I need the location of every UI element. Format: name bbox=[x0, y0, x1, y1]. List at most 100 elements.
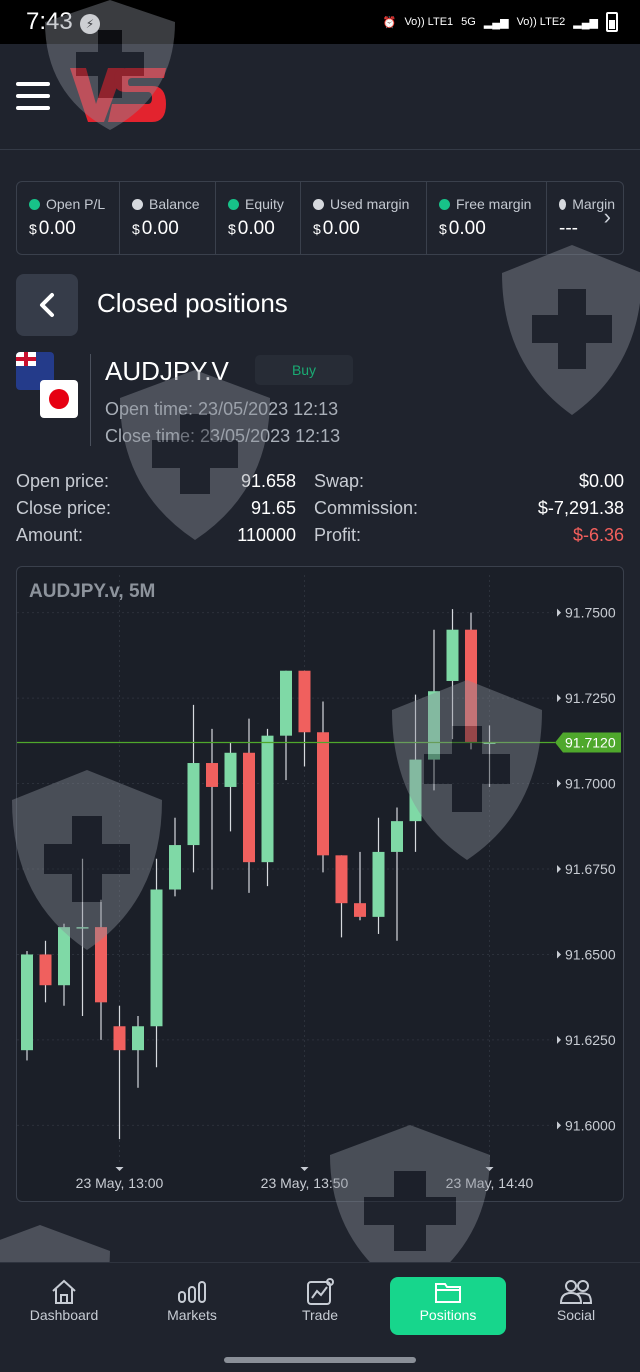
tick-marker bbox=[557, 694, 561, 703]
candle-up bbox=[428, 691, 440, 760]
status-dot bbox=[132, 198, 143, 210]
stat-value: 0.00 bbox=[322, 218, 360, 239]
commission-value: $-7,291.38 bbox=[537, 498, 624, 518]
current-price-label: 91.7120 bbox=[565, 735, 616, 751]
side-badge: Buy bbox=[255, 355, 353, 385]
candle-down bbox=[206, 763, 218, 787]
alarm-icon: ⏰ bbox=[382, 16, 397, 29]
chart-canvas[interactable]: 91.7500 91.7250 91.7000 91.6750 91.6500 91.62… bbox=[17, 567, 624, 1202]
y-tick-label: 91.7250 bbox=[565, 690, 616, 706]
tick-marker bbox=[557, 779, 561, 788]
profit-label: Profit: bbox=[314, 525, 362, 545]
divider bbox=[90, 354, 91, 446]
markets-icon bbox=[134, 1277, 250, 1307]
open-time: Open time: 23/05/2023 12:13 bbox=[105, 399, 339, 419]
price-chart[interactable]: 91.7500 91.7250 91.7000 91.6750 91.6500 91.62… bbox=[16, 566, 624, 1202]
candle-up bbox=[187, 763, 200, 846]
x-tick-label: 23 May, 13:50 bbox=[261, 1175, 349, 1191]
home-indicator[interactable] bbox=[224, 1357, 416, 1363]
candle-down bbox=[243, 752, 255, 863]
y-tick-label: 91.6250 bbox=[565, 1032, 616, 1048]
app-header bbox=[0, 44, 640, 150]
candle-down bbox=[298, 670, 311, 733]
japan-flag-icon bbox=[40, 380, 78, 418]
hamburger-icon[interactable] bbox=[16, 82, 50, 110]
stat-value: --- bbox=[559, 218, 578, 239]
tick-marker bbox=[115, 1167, 124, 1171]
stat-label: Free margin bbox=[456, 196, 532, 212]
nav-markets[interactable]: Markets bbox=[134, 1277, 250, 1335]
position-details: Open price: 91.658 Swap: $0.00 Close pri… bbox=[16, 468, 624, 549]
tick-marker bbox=[485, 1167, 494, 1171]
stat-open-pl: Open P/L $0.00 bbox=[17, 182, 120, 254]
candle-down bbox=[39, 954, 52, 986]
network2-text: Vo)) LTE2 bbox=[516, 16, 566, 28]
candle-up bbox=[446, 629, 459, 681]
x-tick-label: 23 May, 14:40 bbox=[446, 1175, 534, 1191]
candle-up bbox=[76, 927, 89, 929]
back-button[interactable] bbox=[16, 274, 78, 336]
stat-value: 0.00 bbox=[141, 218, 179, 239]
candle-down bbox=[113, 1026, 126, 1051]
stat-free-margin: Free margin $0.00 bbox=[427, 182, 547, 254]
nav-positions[interactable]: Positions bbox=[390, 1277, 506, 1335]
y-tick-label: 91.6000 bbox=[565, 1117, 616, 1133]
nav-label: Social bbox=[556, 1307, 596, 1323]
position-symbol: AUDJPY.V bbox=[105, 356, 229, 386]
stat-label: Balance bbox=[149, 196, 200, 212]
open-price-label: Open price: bbox=[16, 471, 110, 491]
stat-label: Equity bbox=[245, 196, 284, 212]
close-price-label: Close price: bbox=[16, 498, 112, 518]
stat-label: Open P/L bbox=[46, 196, 106, 212]
x-tick-label: 23 May, 13:00 bbox=[76, 1175, 164, 1191]
chevron-left-icon bbox=[40, 293, 54, 317]
tick-marker bbox=[557, 1121, 561, 1130]
account-summary[interactable]: Open P/L $0.00 Balance $0.00 Equity $0.0… bbox=[16, 181, 624, 255]
status-dot bbox=[313, 198, 324, 210]
candle-up bbox=[224, 752, 237, 787]
status-dot bbox=[559, 198, 567, 210]
status-time: 7:43 bbox=[26, 8, 73, 35]
stat-currency: $ bbox=[29, 221, 37, 237]
home-icon bbox=[6, 1277, 122, 1307]
messenger-icon: ⚡ bbox=[80, 14, 100, 34]
candle-down bbox=[465, 629, 477, 743]
y-tick-label: 91.7500 bbox=[565, 605, 616, 621]
folder-icon bbox=[390, 1277, 506, 1307]
candle-up bbox=[58, 927, 70, 986]
position-times: Open time: 23/05/2023 12:13 Close time: … bbox=[105, 396, 340, 450]
currency-pair-flags bbox=[16, 352, 80, 420]
candle-up bbox=[409, 759, 422, 822]
candle-up bbox=[280, 670, 292, 736]
trade-icon bbox=[262, 1277, 378, 1307]
stat-currency: $ bbox=[313, 221, 321, 237]
chevron-right-icon[interactable]: › bbox=[604, 204, 611, 230]
candle-up bbox=[132, 1026, 144, 1051]
candle-down bbox=[335, 855, 348, 904]
nav-label: Trade bbox=[301, 1307, 339, 1323]
nav-social[interactable]: Social bbox=[518, 1277, 634, 1335]
candle-down bbox=[354, 903, 366, 917]
nav-dashboard[interactable]: Dashboard bbox=[6, 1277, 122, 1335]
candle-up bbox=[150, 889, 163, 1027]
stat-balance: Balance $0.00 bbox=[120, 182, 216, 254]
status-bar: 7:43 ⚡ ⏰ Vo)) LTE1 5G ▂▄▆ Vo)) LTE2 ▂▄▆ bbox=[0, 0, 640, 44]
swap-value: $0.00 bbox=[578, 471, 624, 491]
status-dot bbox=[228, 198, 239, 210]
candle-up bbox=[21, 954, 33, 1051]
network1-text: Vo)) LTE1 bbox=[404, 16, 454, 28]
open-price-value: 91.658 bbox=[240, 471, 296, 491]
bottom-nav: Dashboard Markets Trade Positions Social bbox=[0, 1262, 640, 1372]
nav-trade[interactable]: Trade bbox=[262, 1277, 378, 1335]
status-icons: ⏰ Vo)) LTE1 5G ▂▄▆ Vo)) LTE2 ▂▄▆ bbox=[383, 12, 618, 32]
amount-value: 110000 bbox=[237, 525, 296, 545]
battery-icon bbox=[606, 12, 618, 32]
signal2-icon: ▂▄▆ bbox=[573, 16, 598, 29]
amount-label: Amount: bbox=[16, 525, 84, 545]
candle-up bbox=[372, 851, 385, 917]
stat-equity: Equity $0.00 bbox=[216, 182, 301, 254]
candle-up bbox=[391, 821, 403, 852]
y-tick-label: 91.7000 bbox=[565, 776, 616, 792]
network-5g-text: 5G bbox=[461, 16, 476, 28]
candle-down bbox=[317, 732, 329, 856]
